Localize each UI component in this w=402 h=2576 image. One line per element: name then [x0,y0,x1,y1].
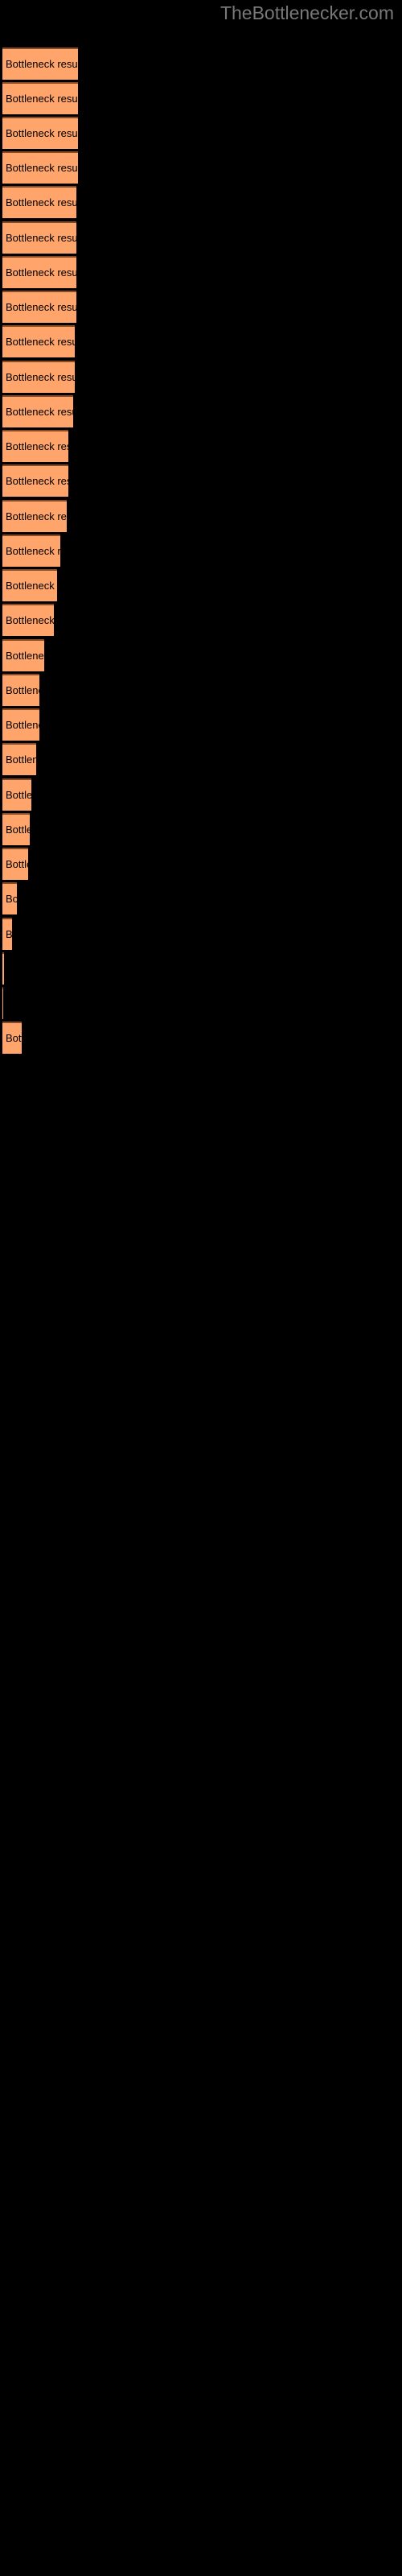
bar-label: Bottleneck result [6,789,31,801]
bar-clip: Bottleneck result [2,1022,22,1054]
bar-label: Bottleneck result [6,58,78,70]
bar-row: Bottleneck result [0,395,402,427]
bar-clip: Bottleneck result [2,778,31,811]
bar-clip: Bottleneck result [2,256,76,288]
bar-clip: Bottleneck result [2,882,17,914]
bar-label: Bottleneck result [6,336,75,348]
bar-clip: Bottleneck result [2,464,68,497]
bar-label: Bottleneck result [6,440,68,452]
bar-clip: Bottleneck result [2,708,39,741]
bar-clip: Bottleneck result [2,848,28,880]
bar-row: Bottleneck result [0,987,402,1019]
bar-clip: Bottleneck result [2,604,54,636]
bar-clip: Bottleneck result [2,186,76,218]
bar-clip: Bottleneck result [2,430,68,462]
bar-label: Bottleneck result [6,684,39,696]
bar-clip: Bottleneck result [2,918,12,950]
bar-row: Bottleneck result [0,464,402,497]
bar-clip: Bottleneck result [2,151,78,184]
bar-label: Bottleneck result [6,510,67,522]
bar-row: Bottleneck result [0,639,402,671]
bar-clip: Bottleneck result [2,361,75,393]
bar-label: Bottleneck result [6,753,36,766]
bar-clip: Bottleneck result [2,743,36,775]
bar-row: Bottleneck result [0,430,402,462]
bar-clip: Bottleneck result [2,47,78,80]
bar-row: Bottleneck result [0,117,402,149]
bar-clip: Bottleneck result [2,569,57,601]
bar-label: Bottleneck result [6,127,78,139]
bar-label: Bottleneck result [6,650,44,662]
bar-label: Bottleneck result [6,301,76,313]
bar-clip: Bottleneck result [2,987,3,1019]
bar-row: Bottleneck result [0,882,402,914]
bar-row: Bottleneck result [0,778,402,811]
bar-row: Bottleneck result [0,535,402,567]
bar-clip: Bottleneck result [2,291,76,323]
bar-row: Bottleneck result [0,500,402,532]
bar-row: Bottleneck result [0,221,402,254]
bar-clip: Bottleneck result [2,82,78,114]
bar-row: Bottleneck result [0,361,402,393]
bar-label: Bottleneck result [6,1032,22,1044]
bar-clip: Bottleneck result [2,535,60,567]
bottleneck-result-bar[interactable] [2,987,3,1019]
bar-row: Bottleneck result [0,291,402,323]
bar-row: Bottleneck result [0,708,402,741]
bar-row: Bottleneck result [0,151,402,184]
bar-row: Bottleneck result [0,674,402,706]
bar-row: Bottleneck result [0,848,402,880]
bar-row: Bottleneck result [0,743,402,775]
bar-label: Bottleneck result [6,580,57,592]
bar-label: Bottleneck result [6,545,60,557]
bar-label: Bottleneck result [6,893,17,905]
bar-row: Bottleneck result [0,1022,402,1054]
bar-clip: Bottleneck result [2,117,78,149]
bar-label: Bottleneck result [6,266,76,279]
bottleneck-result-bar[interactable] [2,952,4,985]
bar-label: Bottleneck result [6,824,30,836]
bar-clip: Bottleneck result [2,500,67,532]
bar-row: Bottleneck result [0,952,402,985]
bar-label: Bottleneck result [6,371,75,383]
bar-clip: Bottleneck result [2,813,30,845]
bar-row: Bottleneck result [0,813,402,845]
bar-row: Bottleneck result [0,569,402,601]
bar-clip: Bottleneck result [2,639,44,671]
bar-clip: Bottleneck result [2,221,76,254]
bar-row: Bottleneck result [0,82,402,114]
bar-label: Bottleneck result [6,162,78,174]
bar-clip: Bottleneck result [2,395,73,427]
bar-label: Bottleneck result [6,928,12,940]
bar-label: Bottleneck result [6,406,73,418]
bar-label: Bottleneck result [6,232,76,244]
bar-row: Bottleneck result [0,325,402,357]
bar-clip: Bottleneck result [2,674,39,706]
bar-label: Bottleneck result [6,858,28,870]
bar-label: Bottleneck result [6,719,39,731]
bar-label: Bottleneck result [6,93,78,105]
bar-row: Bottleneck result [0,918,402,950]
bar-label: Bottleneck result [6,614,54,626]
bar-row: Bottleneck result [0,47,402,80]
bar-clip: Bottleneck result [2,325,75,357]
bar-row: Bottleneck result [0,256,402,288]
bar-clip: Bottleneck result [2,952,4,985]
bar-label: Bottleneck result [6,196,76,208]
bar-series-layer: Bottleneck result Bottleneck result Bottle… [0,0,402,2576]
bottleneck-bar-chart: TheBottlenecker.com Bottleneck result Bot… [0,0,402,2576]
bar-row: Bottleneck result [0,186,402,218]
bar-label: Bottleneck result [6,475,68,487]
bar-row: Bottleneck result [0,604,402,636]
